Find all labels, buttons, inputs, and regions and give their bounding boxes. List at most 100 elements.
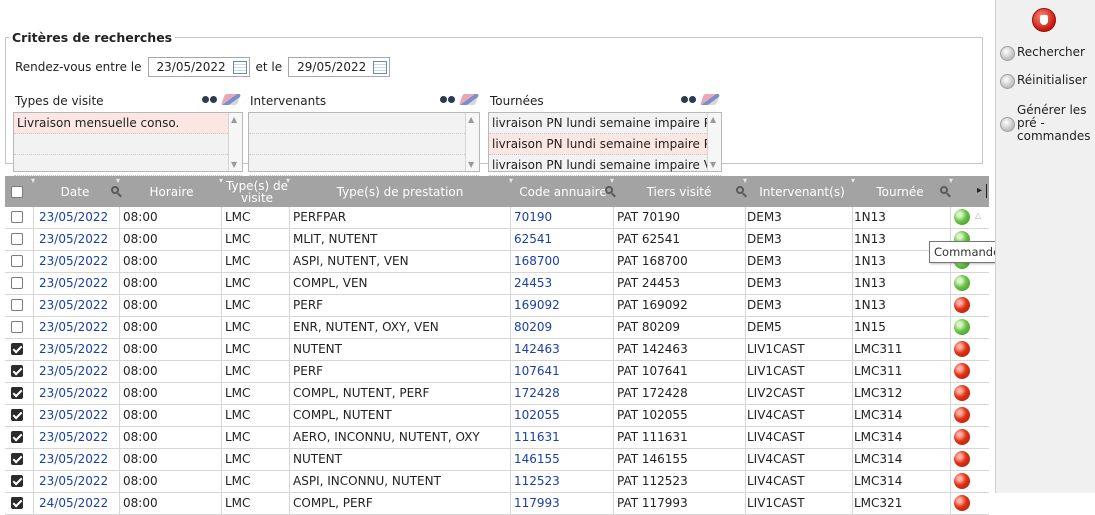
cell-code-annuaire[interactable]: 169092 [514,295,560,316]
scroll-down-icon[interactable]: ▼ [710,160,716,169]
scrollbar[interactable]: ▲ ▼ [465,113,479,171]
tournees-listbox[interactable]: livraison PN lundi semaine impaire PI li… [488,112,722,176]
status-red-icon[interactable] [954,429,970,445]
table-row[interactable]: 23/05/2022 08:00 LMC COMPL, VEN 24453 PAT 244… [5,273,989,295]
cell-code-annuaire[interactable]: 172428 [514,383,560,404]
status-green-icon[interactable] [954,209,970,225]
generer-precommandes-button[interactable]: Générer les pré - commandes [1000,104,1091,143]
list-item[interactable] [249,113,479,134]
cell-code-annuaire[interactable]: 80209 [514,317,552,338]
cell-code-annuaire[interactable]: 142463 [514,339,560,360]
scroll-right-icon[interactable]: ▸ [977,185,982,196]
binoculars-icon[interactable] [202,93,217,105]
search-icon[interactable] [940,186,948,194]
row-checkbox[interactable] [11,387,23,399]
list-item[interactable] [249,134,479,155]
column-header-horaire[interactable]: Horaire [120,176,223,207]
select-all-checkbox[interactable] [11,186,23,198]
table-row[interactable]: 23/05/2022 08:00 LMC PERFPAR 70190 PAT 70190 D… [5,207,989,229]
column-header-code-annuaire[interactable]: Code annuaire [513,176,613,207]
row-checkbox[interactable] [11,233,23,245]
table-row[interactable]: 24/05/2022 08:00 LMC COMPL, PERF 117993 PAT 1… [5,493,989,515]
row-checkbox[interactable] [11,409,23,421]
cell-date[interactable]: 23/05/2022 [39,427,108,448]
row-checkbox[interactable] [11,255,23,267]
scroll-up-icon[interactable]: △ [975,211,981,220]
row-checkbox[interactable] [11,497,23,509]
cell-date[interactable]: 23/05/2022 [39,251,108,272]
row-checkbox[interactable] [11,343,23,355]
cell-date[interactable]: 23/05/2022 [39,361,108,382]
list-item[interactable] [249,155,479,176]
status-red-icon[interactable] [954,385,970,401]
scroll-up-icon[interactable]: ▲ [710,115,716,124]
status-green-icon[interactable] [954,275,970,291]
cell-date[interactable]: 23/05/2022 [39,405,108,426]
scrollbar[interactable]: ▲ ▼ [707,113,721,171]
cell-date[interactable]: 23/05/2022 [39,471,108,492]
row-checkbox[interactable] [11,453,23,465]
list-item[interactable]: livraison PN lundi semaine impaire PI [489,113,721,134]
cell-code-annuaire[interactable]: 111631 [514,427,560,448]
cell-date[interactable]: 23/05/2022 [39,383,108,404]
column-header-tiers-visite[interactable]: Tiers visité [614,176,744,207]
table-row[interactable]: 23/05/2022 08:00 LMC COMPL, NUTENT, PERF 172… [5,383,989,405]
table-row[interactable]: 23/05/2022 08:00 LMC ASPI, INCONNU, NUTENT 1… [5,471,989,493]
status-red-icon[interactable] [954,495,970,511]
row-checkbox[interactable] [11,277,23,289]
table-row[interactable]: 23/05/2022 08:00 LMC MLIT, NUTENT 62541 PAT 6… [5,229,989,251]
cell-code-annuaire[interactable]: 70190 [514,207,552,228]
cell-code-annuaire[interactable]: 168700 [514,251,560,272]
table-row[interactable]: 23/05/2022 08:00 LMC NUTENT 146155 PAT 146155… [5,449,989,471]
scroll-up-icon[interactable]: ▲ [468,115,474,124]
reinitialiser-button[interactable]: Réinitialiser [1000,74,1087,89]
status-red-icon[interactable] [954,363,970,379]
scroll-up-icon[interactable]: ▲ [231,115,237,124]
types-visite-listbox[interactable]: Livraison mensuelle conso. ▲ ▼ [13,112,243,176]
list-item[interactable]: Livraison mensuelle conso. [14,113,242,134]
rechercher-button[interactable]: Rechercher [1000,46,1085,61]
table-row[interactable]: 23/05/2022 08:00 LMC PERF 169092 PAT 169092 DE… [5,295,989,317]
eraser-icon[interactable] [220,94,242,105]
cell-code-annuaire[interactable]: 24453 [514,273,552,294]
date-to-input[interactable]: 29/05/2022 [288,57,391,77]
intervenants-listbox[interactable]: ▲ ▼ [248,112,480,176]
table-row[interactable]: 23/05/2022 08:00 LMC PERF 107641 PAT 107641 LI… [5,361,989,383]
status-red-icon[interactable] [954,297,970,313]
cell-code-annuaire[interactable]: 112523 [514,471,560,492]
scroll-down-icon[interactable]: ▼ [231,160,237,169]
calendar-icon[interactable] [232,60,247,74]
column-header-types-visite[interactable]: Type(s) de visite [223,176,291,207]
cell-code-annuaire[interactable]: 117993 [514,493,560,514]
search-icon[interactable] [736,186,744,194]
cell-date[interactable]: 23/05/2022 [39,317,108,338]
cell-date[interactable]: 23/05/2022 [39,339,108,360]
table-row[interactable]: 23/05/2022 08:00 LMC ASPI, NUTENT, VEN 16870… [5,251,989,273]
cell-code-annuaire[interactable]: 107641 [514,361,560,382]
eraser-icon[interactable] [699,94,721,105]
row-checkbox[interactable] [11,475,23,487]
calendar-icon[interactable] [373,60,388,74]
column-header-date[interactable]: Date [35,176,115,207]
column-header-intervenants[interactable]: Intervenant(s) [747,176,857,207]
list-item[interactable] [14,155,242,176]
cell-code-annuaire[interactable]: 102055 [514,405,560,426]
table-row[interactable]: 23/05/2022 08:00 LMC NUTENT 142463 PAT 142463… [5,339,989,361]
column-header-tournee[interactable]: Tournée [855,176,945,207]
eraser-icon[interactable] [458,94,480,105]
cell-date[interactable]: 23/05/2022 [39,207,108,228]
row-checkbox[interactable] [11,211,23,223]
cell-code-annuaire[interactable]: 146155 [514,449,560,470]
cell-date[interactable]: 23/05/2022 [39,229,108,250]
table-row[interactable]: 23/05/2022 08:00 LMC AERO, INCONNU, NUTENT,… [5,427,989,449]
search-icon[interactable] [605,186,613,194]
table-row[interactable]: 23/05/2022 08:00 LMC ENR, NUTENT, OXY, VEN 8… [5,317,989,339]
cell-date[interactable]: 23/05/2022 [39,449,108,470]
cell-date[interactable]: 24/05/2022 [39,493,108,514]
list-item[interactable] [14,134,242,155]
status-red-icon[interactable] [954,407,970,423]
table-row[interactable]: 23/05/2022 08:00 LMC COMPL, NUTENT 102055 PAT… [5,405,989,427]
date-from-input[interactable]: 23/05/2022 [147,57,250,77]
list-item[interactable]: livraison PN lundi semaine impaire PL [489,134,721,155]
binoculars-icon[interactable] [440,93,455,105]
